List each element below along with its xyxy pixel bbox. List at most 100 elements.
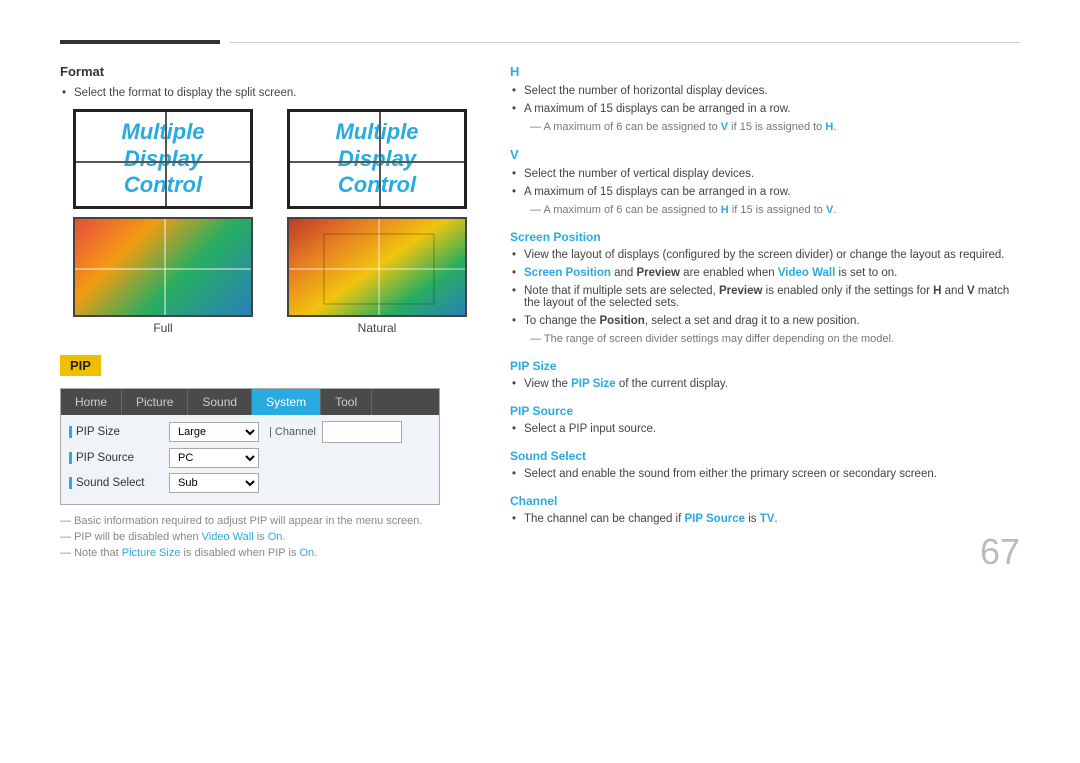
pip-size-label: PIP Size bbox=[69, 426, 169, 438]
pip-footnote-2: PIP will be disabled when Video Wall is … bbox=[60, 531, 480, 543]
pip-tab-sound[interactable]: Sound bbox=[188, 389, 252, 415]
pip-source-label: PIP Source bbox=[69, 452, 169, 464]
pip-source-bullet: Select a PIP input source. bbox=[524, 423, 1020, 435]
pip-row-size: PIP Size Large Medium Small | Channel bbox=[69, 421, 431, 443]
preview-bold: Preview bbox=[637, 267, 680, 279]
pip-size-bullet: View the PIP Size of the current display… bbox=[524, 378, 1020, 390]
on-link-1: On bbox=[268, 531, 283, 543]
sound-select-section: Sound Select Select and enable the sound… bbox=[510, 449, 1020, 480]
format-section: Format Select the format to display the … bbox=[60, 64, 480, 335]
pip-row-sound: Sound Select Sub Main bbox=[69, 473, 431, 493]
h-bold: H bbox=[933, 285, 941, 297]
h-ref-in-v: H bbox=[721, 204, 729, 216]
v-bullet-2: A maximum of 15 displays can be arranged… bbox=[524, 186, 1020, 198]
left-column: Format Select the format to display the … bbox=[60, 64, 480, 563]
screen-position-section: Screen Position View the layout of displ… bbox=[510, 230, 1020, 345]
sp-note: The range of screen divider settings may… bbox=[530, 333, 1020, 345]
grid-overlay-2 bbox=[290, 112, 464, 206]
pip-size-select[interactable]: Large Medium Small bbox=[169, 422, 259, 442]
pip-channel-label: | Channel bbox=[269, 426, 316, 438]
pip-tabs: Home Picture Sound System Tool bbox=[61, 389, 439, 415]
pip-footnote-3: Note that Picture Size is disabled when … bbox=[60, 547, 480, 559]
pip-tab-home[interactable]: Home bbox=[61, 389, 122, 415]
pip-channel-input[interactable] bbox=[322, 421, 402, 443]
pip-section: PIP Home Picture Sound System Tool bbox=[60, 355, 480, 559]
channel-section: Channel The channel can be changed if PI… bbox=[510, 494, 1020, 525]
sp-bullet-3: Note that if multiple sets are selected,… bbox=[524, 285, 1020, 309]
v-label: V bbox=[510, 147, 1020, 162]
pip-sound-bar bbox=[69, 477, 72, 489]
format-cell-full-photo: Full bbox=[60, 217, 266, 335]
pip-source-link: PIP Source bbox=[684, 513, 745, 525]
channel-title: Channel bbox=[510, 494, 1020, 508]
pip-sound-select[interactable]: Sub Main bbox=[169, 473, 259, 493]
pip-source-section: PIP Source Select a PIP input source. bbox=[510, 404, 1020, 435]
h-bullet-1: Select the number of horizontal display … bbox=[524, 85, 1020, 97]
v-bold: V bbox=[967, 285, 975, 297]
format-cell-full-text: MultipleDisplayControl bbox=[60, 109, 266, 209]
channel-bullet: The channel can be changed if PIP Source… bbox=[524, 513, 1020, 525]
sp-bullet-2: Screen Position and Preview are enabled … bbox=[524, 267, 1020, 279]
position-bold: Position bbox=[599, 315, 644, 327]
pip-size-title: PIP Size bbox=[510, 359, 1020, 373]
flower-photo-natural bbox=[289, 219, 465, 315]
page-container: Format Select the format to display the … bbox=[0, 0, 1080, 603]
v-ref-in-h: V bbox=[721, 121, 728, 133]
screen-position-title: Screen Position bbox=[510, 230, 1020, 244]
photo-grid-full bbox=[75, 219, 251, 315]
display-natural-photo bbox=[287, 217, 467, 317]
sound-select-title: Sound Select bbox=[510, 449, 1020, 463]
caption-full: Full bbox=[153, 321, 172, 335]
v-ref-in-v: V bbox=[826, 204, 833, 216]
h-note: A maximum of 6 can be assigned to V if 1… bbox=[530, 121, 1020, 133]
sound-select-bullet: Select and enable the sound from either … bbox=[524, 468, 1020, 480]
flower-photo-full bbox=[75, 219, 251, 315]
pip-label-bar bbox=[69, 426, 72, 438]
video-wall-link-2: Video Wall bbox=[778, 267, 836, 279]
h-section: H Select the number of horizontal displa… bbox=[510, 64, 1020, 133]
pip-badge: PIP bbox=[60, 355, 101, 376]
right-column: H Select the number of horizontal displa… bbox=[510, 64, 1020, 563]
pip-footnote-1: Basic information required to adjust PIP… bbox=[60, 515, 480, 527]
two-col-layout: Format Select the format to display the … bbox=[60, 64, 1020, 563]
top-line-light bbox=[230, 42, 1020, 43]
sp-bullet-4: To change the Position, select a set and… bbox=[524, 315, 1020, 327]
format-cell-natural-photo: Natural bbox=[274, 217, 480, 335]
format-cell-natural-text: MultipleDisplayControl bbox=[274, 109, 480, 209]
pip-row-source: PIP Source PC TV HDMI bbox=[69, 448, 431, 468]
v-bullet-1: Select the number of vertical display de… bbox=[524, 168, 1020, 180]
display-natural-text: MultipleDisplayControl bbox=[287, 109, 467, 209]
top-line bbox=[60, 40, 1020, 44]
photo-grid-natural bbox=[289, 219, 465, 315]
pip-source-title: PIP Source bbox=[510, 404, 1020, 418]
v-note: A maximum of 6 can be assigned to H if 1… bbox=[530, 204, 1020, 216]
preview-bold-2: Preview bbox=[719, 285, 762, 297]
picture-size-link: Picture Size bbox=[122, 547, 181, 559]
pip-size-section: PIP Size View the PIP Size of the curren… bbox=[510, 359, 1020, 390]
h-label: H bbox=[510, 64, 1020, 79]
sp-bullet-1: View the layout of displays (configured … bbox=[524, 249, 1020, 261]
format-grid: MultipleDisplayControl MultipleDisplayCo… bbox=[60, 109, 480, 335]
pip-footnotes: Basic information required to adjust PIP… bbox=[60, 515, 480, 559]
pip-tab-tool[interactable]: Tool bbox=[321, 389, 372, 415]
grid-overlay-1 bbox=[76, 112, 250, 206]
pip-source-select[interactable]: PC TV HDMI bbox=[169, 448, 259, 468]
video-wall-link: Video Wall bbox=[202, 531, 254, 543]
pip-size-link: PIP Size bbox=[571, 378, 616, 390]
pip-ui: Home Picture Sound System Tool PIP Size bbox=[60, 388, 440, 505]
pip-source-bar bbox=[69, 452, 72, 464]
screen-pos-link: Screen Position bbox=[524, 267, 611, 279]
pip-tab-picture[interactable]: Picture bbox=[122, 389, 188, 415]
format-title: Format bbox=[60, 64, 480, 79]
h-bullet-2: A maximum of 15 displays can be arranged… bbox=[524, 103, 1020, 115]
top-line-dark bbox=[60, 40, 220, 44]
display-full-photo bbox=[73, 217, 253, 317]
pip-sound-label: Sound Select bbox=[69, 477, 169, 489]
page-number: 67 bbox=[980, 531, 1020, 573]
pip-tab-system[interactable]: System bbox=[252, 389, 321, 415]
v-section: V Select the number of vertical display … bbox=[510, 147, 1020, 216]
format-bullet1: Select the format to display the split s… bbox=[74, 87, 480, 99]
display-full-text: MultipleDisplayControl bbox=[73, 109, 253, 209]
pip-body: PIP Size Large Medium Small | Channel bbox=[61, 415, 439, 504]
caption-natural: Natural bbox=[358, 321, 397, 335]
